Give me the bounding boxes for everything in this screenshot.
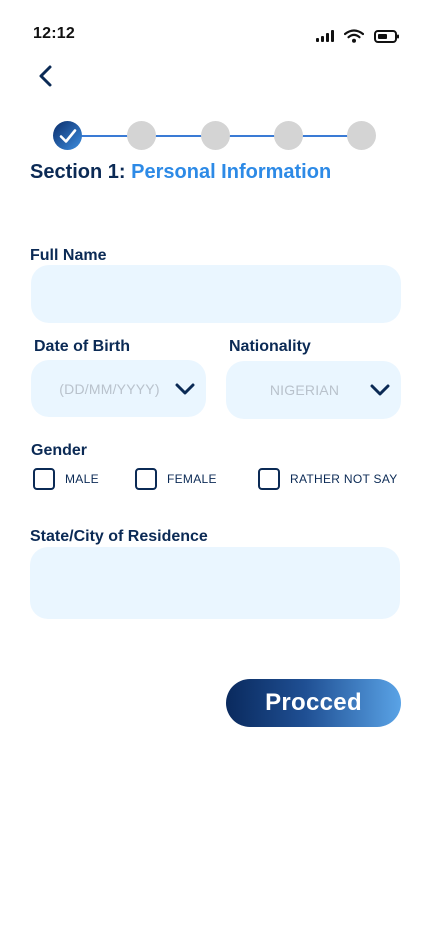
section-name: Personal Information	[131, 161, 332, 183]
rather-not-say-label: RATHER NOT SAY	[290, 472, 398, 486]
status-icons	[316, 29, 400, 43]
section-title: Section 1: Personal Information	[30, 161, 331, 184]
status-time: 12:12	[33, 25, 75, 42]
gender-option-female[interactable]: FEMALE	[135, 468, 217, 490]
step-4	[274, 121, 303, 150]
step-3	[201, 121, 230, 150]
nationality-label: Nationality	[229, 338, 311, 355]
progress-stepper	[53, 121, 376, 151]
step-2	[127, 121, 156, 150]
full-name-input[interactable]	[31, 265, 401, 323]
step-5	[347, 121, 376, 150]
chevron-down-icon	[369, 383, 391, 397]
chevron-down-icon	[174, 382, 196, 396]
status-bar: 12:12	[0, 0, 430, 60]
male-label: MALE	[65, 472, 99, 486]
proceed-button[interactable]: Procced	[226, 679, 401, 727]
rather-not-say-checkbox[interactable]	[258, 468, 280, 490]
male-checkbox[interactable]	[33, 468, 55, 490]
back-button[interactable]	[32, 62, 58, 90]
female-label: FEMALE	[167, 472, 217, 486]
step-1-completed	[53, 121, 82, 150]
chevron-left-icon	[39, 65, 52, 87]
wifi-icon	[344, 29, 364, 43]
checkmark-icon	[59, 128, 76, 143]
battery-icon	[374, 29, 400, 43]
section-prefix: Section 1:	[30, 161, 126, 183]
residence-input[interactable]	[30, 547, 400, 619]
full-name-label: Full Name	[30, 247, 107, 264]
gender-option-male[interactable]: MALE	[33, 468, 99, 490]
residence-label: State/City of Residence	[30, 528, 208, 545]
gender-label: Gender	[31, 442, 88, 459]
date-of-birth-placeholder: (DD/MM/YYYY)	[59, 380, 160, 397]
gender-option-rather-not-say[interactable]: RATHER NOT SAY	[258, 468, 398, 490]
nationality-value: NIGERIAN	[269, 382, 340, 398]
nationality-select[interactable]: NIGERIAN	[226, 361, 401, 419]
female-checkbox[interactable]	[135, 468, 157, 490]
date-of-birth-select[interactable]: (DD/MM/YYYY)	[31, 360, 206, 417]
date-of-birth-label: Date of Birth	[34, 338, 130, 355]
signal-icon	[316, 30, 334, 42]
